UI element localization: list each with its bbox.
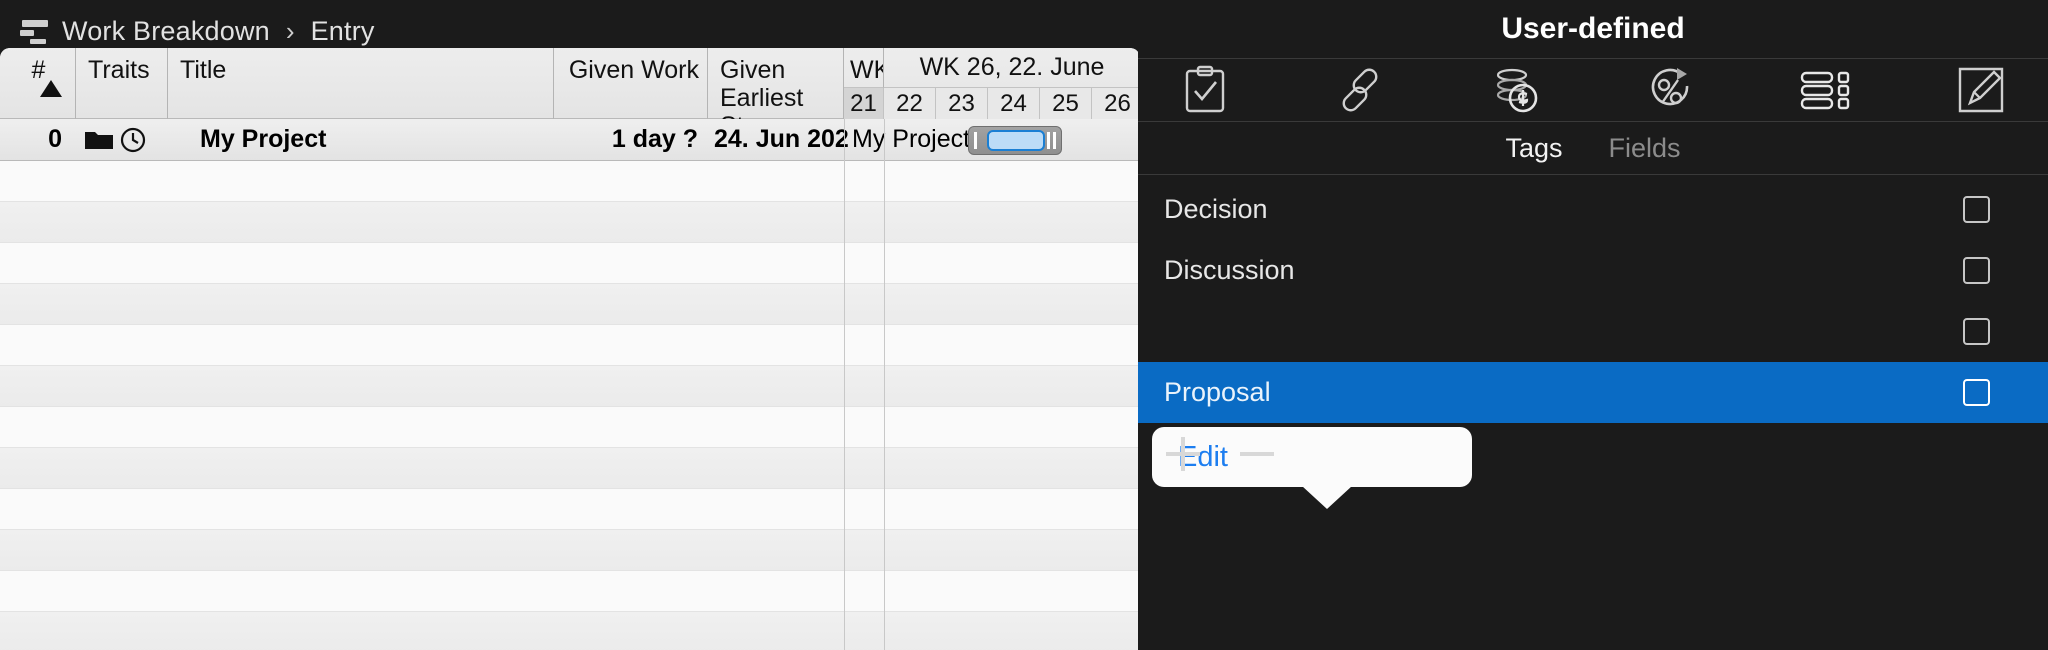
table-row[interactable] [0,407,1140,448]
cell-given-work[interactable]: 1 day ? [554,119,708,160]
breadcrumb-root[interactable]: Work Breakdown [62,16,270,47]
work-breakdown-icon [18,16,52,46]
timeline-day-cell[interactable]: 26 [1092,88,1140,119]
inspector-tab-notes[interactable] [1950,62,2012,118]
gantt-start-handle[interactable] [974,132,977,149]
column-header-given-earliest-start[interactable]: Given Earliest Star [708,48,844,140]
breadcrumb-separator-icon: › [285,15,295,46]
table-row[interactable] [0,448,1140,489]
cell-traits[interactable] [76,119,168,160]
timeline-day-cell[interactable]: 21 [844,88,884,119]
tab-tags[interactable]: Tags [1505,133,1562,164]
timeline-week-left-label: WK [844,48,884,88]
clipboard-check-icon [1185,65,1225,113]
table-row[interactable] [0,530,1140,571]
inspector-tab-assignments[interactable] [1174,62,1236,118]
timeline-day-scale: 21 22 23 24 25 26 [844,88,1140,119]
popover-tail-icon [1302,486,1352,509]
table-header-row: # Traits Title Given Work Given Earliest… [0,48,1140,140]
list-icon [1800,71,1849,110]
tag-checkbox[interactable] [1963,379,1990,406]
clock-icon [120,127,146,152]
cell-title[interactable]: My Project [168,119,554,160]
tag-label: Discussion [1164,255,1295,285]
table-row[interactable] [0,571,1140,612]
table-row[interactable] [0,243,1140,284]
cost-coins-icon [1497,68,1538,113]
timeline-week-label: WK 26, 22. June [884,48,1140,88]
gantt-bar[interactable] [968,126,1062,155]
inspector-tab-progress[interactable] [1640,62,1702,118]
cell-given-earliest-start[interactable]: 24. Jun 2020 [708,119,848,160]
timeline-day-cell[interactable]: 25 [1040,88,1092,119]
breadcrumb[interactable]: Work Breakdown › Entry [0,16,375,47]
tab-fields[interactable]: Fields [1609,133,1681,164]
table-row[interactable] [0,489,1140,530]
tag-checkbox[interactable] [1963,318,1990,345]
link-icon [1342,68,1378,112]
breadcrumb-leaf[interactable]: Entry [311,16,375,47]
table-row[interactable] [0,161,1140,202]
table-body: 0 My Project 1 day ? 24. Jun 2020 My Pro… [0,119,1140,650]
inspector-tab-dependencies[interactable] [1329,62,1391,118]
column-header-number[interactable]: # [0,48,76,119]
table-row[interactable] [0,612,1140,650]
cell-number: 0 [48,125,62,153]
inspector-tab-costs[interactable] [1484,62,1546,118]
column-divider [884,119,885,650]
inspector-icon-bar [1138,59,2048,121]
sort-ascending-icon[interactable] [40,80,62,97]
gantt-end-handle[interactable] [1047,132,1056,149]
list-item[interactable] [1138,301,2048,362]
inspector-divider [1138,174,2048,175]
gantt-bar-progress [987,130,1045,151]
inspector-title: User-defined [1501,12,1685,45]
tag-checkbox[interactable] [1963,257,1990,284]
tag-list: Decision Discussion Proposal Edit [1138,179,2048,509]
edit-pencil-icon [1958,67,2004,113]
edit-popover[interactable]: Edit [1152,427,1472,509]
inspector-panel: User-defined Tags Fields Decision Discus… [1138,0,2048,650]
tag-checkbox[interactable] [1963,196,1990,223]
timeline-day-cell[interactable]: 23 [936,88,988,119]
table-row[interactable] [0,325,1140,366]
table-row[interactable]: 0 My Project 1 day ? 24. Jun 2020 My Pro… [0,119,1140,161]
work-breakdown-table[interactable]: # Traits Title Given Work Given Earliest… [0,48,1140,650]
list-item[interactable]: Decision [1138,179,2048,240]
percent-icon [1651,68,1688,106]
app-window: Work Breakdown › Entry # Traits Title Gi… [0,0,2048,650]
gantt-task-label: My Project [852,125,971,153]
remove-tag-button[interactable] [1240,437,1274,471]
tag-label: Decision [1164,194,1268,224]
table-row[interactable] [0,366,1140,407]
inspector-tab-user-defined[interactable] [1795,62,1857,118]
add-tag-button[interactable] [1166,437,1200,471]
table-row[interactable] [0,284,1140,325]
timeline-day-cell[interactable]: 22 [884,88,936,119]
column-header-traits[interactable]: Traits [76,48,168,119]
column-header-given-work[interactable]: Given Work [554,48,708,119]
list-item[interactable]: Discussion [1138,240,2048,301]
column-header-title[interactable]: Title [168,48,554,119]
column-divider [844,119,845,650]
folder-icon [85,131,113,149]
inspector-tabs: Tags Fields [1138,122,2048,174]
tag-label: Proposal [1164,377,1271,407]
list-item[interactable]: Proposal [1138,362,2048,423]
timeline-day-cell[interactable]: 24 [988,88,1040,119]
table-row[interactable] [0,202,1140,243]
